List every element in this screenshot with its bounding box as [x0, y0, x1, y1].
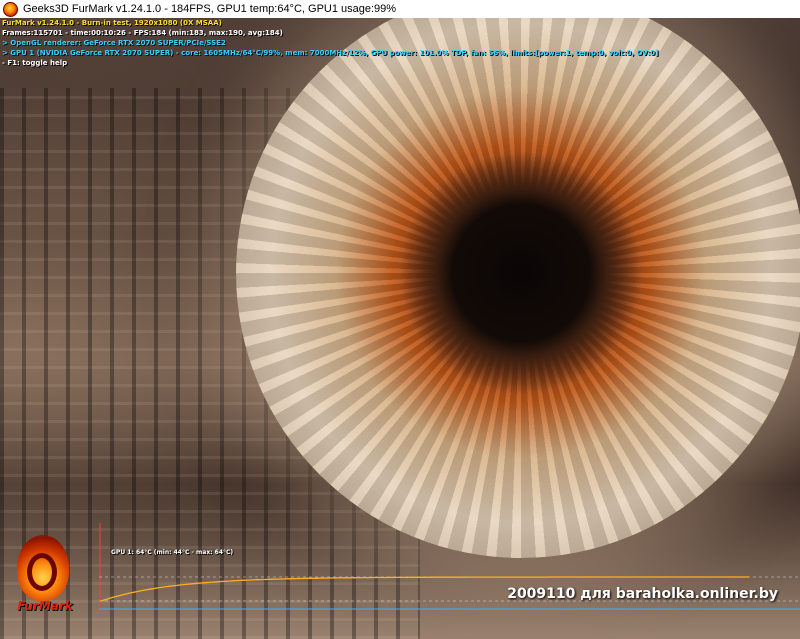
- window-title: Geeks3D FurMark v1.24.1.0 - 184FPS, GPU1…: [23, 3, 397, 15]
- hud-renderer-line: > OpenGL renderer: GeForce RTX 2070 SUPE…: [2, 39, 226, 47]
- hud-gpu-line: > GPU 1 (NVIDIA GeForce RTX 2070 SUPER) …: [2, 49, 659, 57]
- hud-help-line: - F1: toggle help: [2, 59, 68, 67]
- hud-title-line: FurMark v1.24.1.0 - Burn-in test, 1920x1…: [2, 19, 222, 27]
- hud-overlay: FurMark v1.24.1.0 - Burn-in test, 1920x1…: [2, 18, 658, 68]
- temperature-graph-label: GPU 1: 64°C (min: 44°C - max: 64°C): [111, 549, 234, 556]
- furmark-logo: FurMark: [10, 535, 80, 621]
- logo-text: FurMark: [17, 599, 73, 613]
- title-bar: Geeks3D FurMark v1.24.1.0 - 184FPS, GPU1…: [0, 0, 800, 18]
- logo-ring-icon: [27, 553, 57, 591]
- furmark-app-icon[interactable]: [3, 1, 18, 17]
- hud-frames-line: Frames:115701 - time:00:10:26 - FPS:184 …: [2, 29, 283, 37]
- watermark-text: 2009110 для baraholka.onliner.by: [507, 586, 778, 602]
